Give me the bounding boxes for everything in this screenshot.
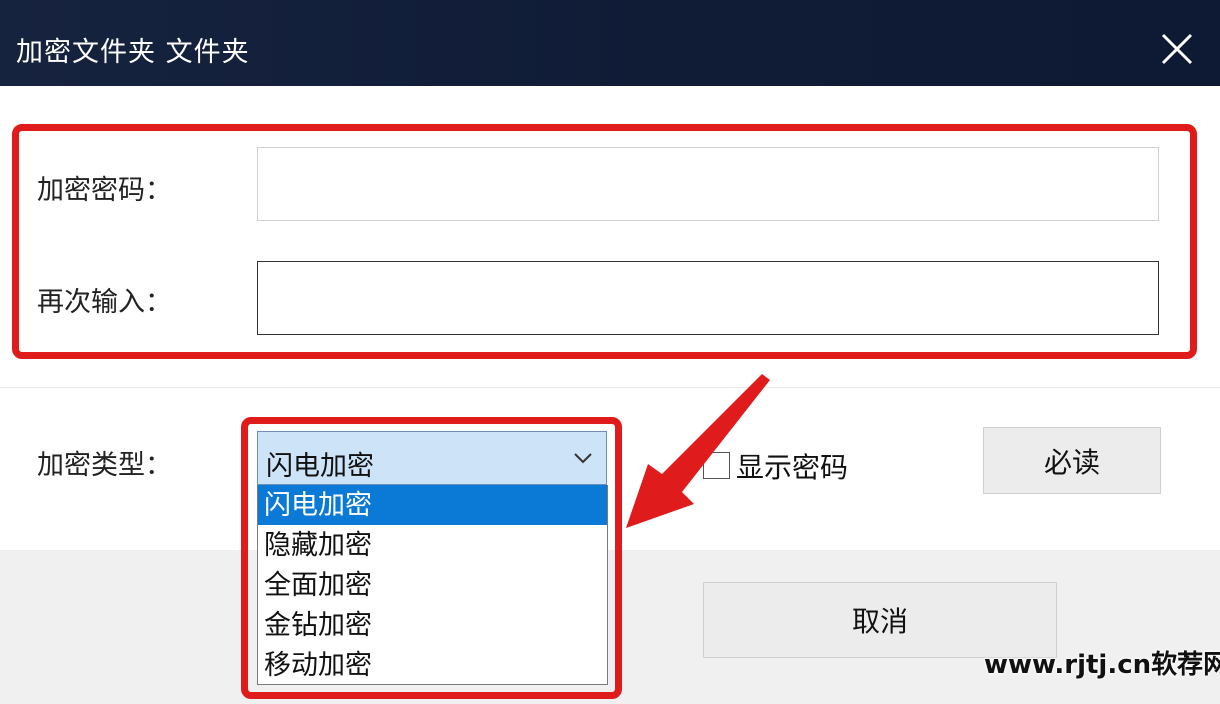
confirm-password-label: 再次输入： [37,287,172,318]
close-icon[interactable] [1150,22,1204,76]
must-read-button[interactable]: 必读 [983,427,1161,494]
encryption-type-dropdown: 闪电加密 隐藏加密 全面加密 金钻加密 移动加密 [257,485,608,685]
password-label: 加密密码： [37,175,172,206]
title-bar: 加密文件夹 文件夹 [0,0,1220,86]
chevron-down-icon [574,453,592,464]
dropdown-option-mobile[interactable]: 移动加密 [258,645,607,685]
encryption-type-selected-value: 闪电加密 [266,451,374,482]
show-password-checkbox[interactable] [703,452,730,479]
encryption-type-select[interactable]: 闪电加密 [257,431,607,485]
password-panel [0,86,1220,388]
dropdown-option-diamond[interactable]: 金钻加密 [258,605,607,645]
dropdown-option-full[interactable]: 全面加密 [258,565,607,605]
dropdown-option-hidden[interactable]: 隐藏加密 [258,525,607,565]
encryption-type-label: 加密类型： [37,450,172,481]
close-button[interactable] [1150,22,1204,76]
site-watermark: www.rjtj.cn软荐网 [984,650,1220,680]
show-password-label[interactable]: 显示密码 [736,446,848,486]
window-title: 加密文件夹 文件夹 [16,37,250,68]
dropdown-option-lightning[interactable]: 闪电加密 [258,485,607,525]
confirm-password-input[interactable] [257,261,1159,335]
password-input[interactable] [257,147,1159,221]
